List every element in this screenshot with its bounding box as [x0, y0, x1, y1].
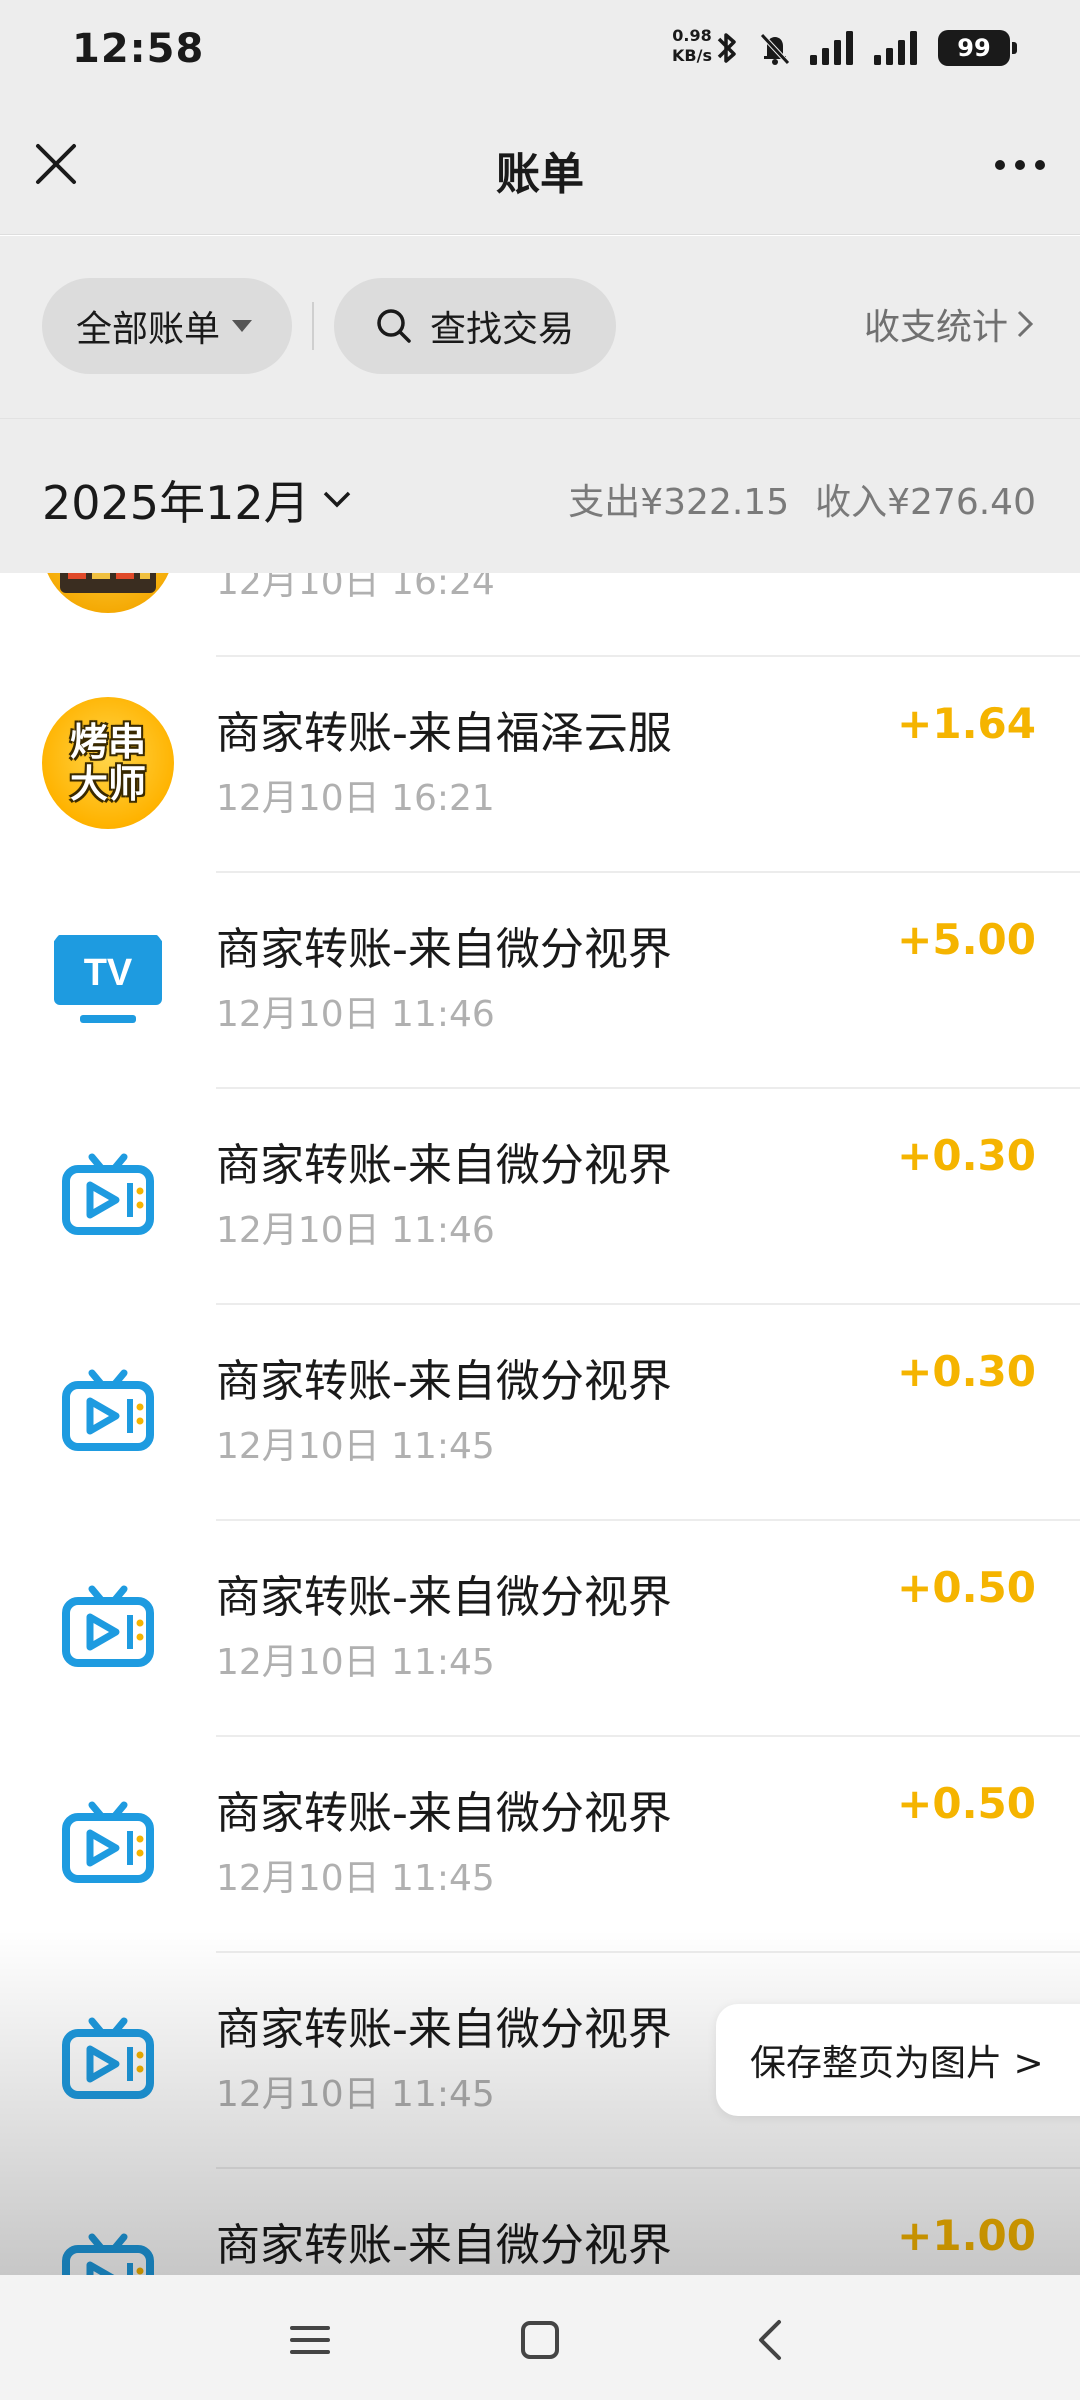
svg-text:TV: TV [84, 952, 133, 994]
filter-row: 全部账单 查找交易 收支统计 [0, 236, 1080, 418]
signal-icon [874, 31, 917, 65]
video-tv-icon [42, 1993, 174, 2125]
video-tv-icon [42, 1129, 174, 1261]
transaction-time: 12月10日 11:46 [216, 994, 495, 1035]
transaction-time: 12月10日 11:45 [216, 1426, 495, 1467]
month-selector[interactable]: 2025年12月 [42, 467, 352, 533]
more-icon [1035, 160, 1045, 170]
transaction-time: 12月10日 11:45 [216, 1642, 495, 1683]
video-tv-icon [42, 1345, 174, 1477]
transaction-row[interactable]: 商家转账-来自微分视界 12月10日 11:45 +0.50 [0, 1521, 1080, 1737]
transaction-amount: +0.30 [897, 1347, 1036, 1396]
transaction-time: 12月10日 16:24 [216, 573, 495, 603]
transaction-row[interactable]: TV 商家转账-来自微分视界 12月10日 11:46 +5.00 [0, 873, 1080, 1089]
home-icon [521, 2321, 559, 2359]
transaction-amount: +1.64 [897, 699, 1036, 748]
network-speed-unit: KB/s [672, 46, 712, 65]
search-transactions-button[interactable]: 查找交易 [334, 278, 616, 374]
search-icon [377, 309, 411, 343]
transaction-amount: +0.30 [897, 1131, 1036, 1180]
system-nav-bar [0, 2275, 1080, 2400]
menu-button[interactable] [275, 2305, 345, 2375]
nav-bar: 账单 [0, 100, 1080, 235]
network-speed-value: 0.98 [672, 26, 712, 45]
video-tv-icon [42, 2209, 174, 2275]
transaction-title: 商家转账-来自微分视界 [216, 1356, 672, 1407]
transaction-amount: +0.50 [897, 1779, 1036, 1828]
filter-divider [312, 302, 314, 350]
transaction-title: 商家转账-来自福泽云服 [216, 708, 672, 759]
more-button[interactable] [988, 140, 1052, 190]
signal-icon [810, 31, 853, 65]
caret-down-icon [232, 320, 253, 332]
transaction-time: 12月10日 11:46 [216, 1210, 495, 1251]
transaction-amount: +0.50 [897, 1563, 1036, 1612]
home-button[interactable] [505, 2305, 575, 2375]
more-icon [995, 160, 1005, 170]
chevron-down-icon [323, 491, 350, 508]
status-time: 12:58 [72, 26, 205, 72]
transaction-title: 商家转账-来自微分视界 [216, 2004, 672, 2055]
battery-indicator: 99 [938, 30, 1017, 66]
month-header: 2025年12月 支出¥322.15 收入¥276.40 [0, 418, 1080, 573]
month-summary: 支出¥322.15 收入¥276.40 [568, 473, 1036, 525]
income-expense-stats-link[interactable]: 收支统计 [864, 298, 1034, 350]
video-tv-icon [42, 1561, 174, 1693]
menu-icon [290, 2326, 330, 2354]
income-total: 收入¥276.40 [815, 482, 1036, 523]
video-tv-icon [42, 1777, 174, 1909]
transaction-amount: +1.00 [897, 2211, 1036, 2260]
transaction-row[interactable]: 商家转账-来自微分视界 12月10日 11:45 +0.50 [0, 1737, 1080, 1953]
mute-icon [760, 33, 790, 65]
search-label: 查找交易 [430, 309, 575, 350]
transaction-title: 商家转账-来自微分视界 [216, 2220, 672, 2271]
transaction-row[interactable]: 烤串 大师 商家转账-来自福泽云服 12月10日 16:21 +1.64 [0, 657, 1080, 873]
transaction-amount: +5.00 [897, 915, 1036, 964]
transaction-title: 商家转账-来自微分视界 [216, 1788, 672, 1839]
network-speed: 0.98 KB/s [672, 26, 712, 66]
status-icons: 99 [714, 28, 1017, 68]
transaction-row[interactable]: 12月10日 16:24 [0, 573, 1080, 657]
bluetooth-icon [717, 33, 736, 63]
tv-icon: TV [42, 913, 174, 1045]
transaction-time: 12月10日 11:45 [216, 2074, 495, 2115]
transaction-time: 12月10日 16:21 [216, 778, 495, 819]
save-page-as-image-button[interactable]: 保存整页为图片 > [716, 2004, 1080, 2116]
transaction-row[interactable]: 商家转账-来自微分视界 12月10日 11:46 +0.30 [0, 1089, 1080, 1305]
all-bills-filter[interactable]: 全部账单 [42, 278, 292, 374]
all-bills-label: 全部账单 [76, 309, 221, 350]
status-bar: 12:58 0.98 KB/s 99 [0, 0, 1080, 100]
shop-icon [60, 573, 156, 593]
more-icon [1015, 160, 1025, 170]
bbq-master-avatar: 烤串 大师 [42, 697, 174, 829]
transaction-title: 商家转账-来自微分视界 [216, 1572, 672, 1623]
transaction-row[interactable]: 商家转账-来自微分视界 +1.00 [0, 2169, 1080, 2275]
month-label: 2025年12月 [42, 476, 310, 530]
bbq-master-logo-text: 烤串 大师 [69, 720, 146, 806]
transaction-title: 商家转账-来自微分视界 [216, 1140, 672, 1191]
page-title: 账单 [496, 149, 584, 200]
shop-avatar [42, 573, 174, 613]
stats-label: 收支统计 [863, 307, 1008, 348]
expense-total: 支出¥322.15 [568, 482, 790, 523]
chevron-right-icon [1017, 310, 1034, 338]
transaction-time: 12月10日 11:45 [216, 1858, 495, 1899]
transaction-title: 商家转账-来自微分视界 [216, 924, 672, 975]
transaction-row[interactable]: 商家转账-来自微分视界 12月10日 11:45 +0.30 [0, 1305, 1080, 1521]
back-button[interactable] [735, 2305, 805, 2375]
back-icon [759, 2320, 781, 2360]
